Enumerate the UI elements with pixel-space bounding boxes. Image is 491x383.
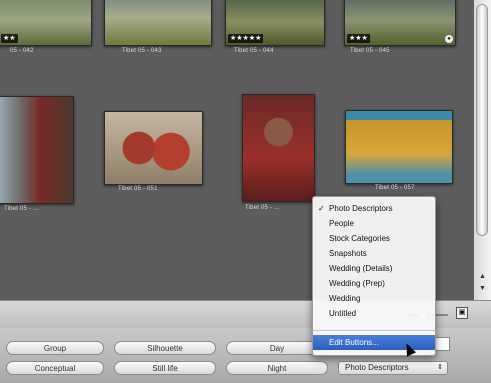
photo-thumbnail[interactable]: ★★ [0,0,92,46]
menu-item-stock-categories[interactable]: Stock Categories [313,231,435,246]
photo-caption: Tibet 05 - 044 [234,48,274,54]
adjustments-badge-icon: ● [445,35,453,43]
photo-caption: Tibet 05 - 051 [118,186,158,192]
vertical-scrollbar[interactable]: ▲ ▼ [474,0,491,300]
menu-item-edit-buttons[interactable]: Edit Buttons... [313,335,435,350]
keyword-button-conceptual[interactable]: Conceptual [6,361,104,375]
scroll-down-arrow-icon[interactable]: ▼ [477,284,488,294]
keyword-button-group[interactable]: Group [6,341,104,355]
keyword-button-still-life[interactable]: Still life [114,361,216,375]
photo-caption: 05 - 042 [10,48,34,54]
photo-caption: Tibet 05 - 045 [350,48,390,54]
photo-caption: Tibet 05 - 043 [122,48,162,54]
menu-separator [313,330,435,331]
photo-caption: Tibet 05 - ... [245,205,280,211]
rating-stars: ★★ [1,34,18,43]
menu-item-wedding-details[interactable]: Wedding (Details) [313,261,435,276]
menu-item-people[interactable]: People [313,216,435,231]
checkmark-icon: ✓ [318,204,325,213]
photo-thumbnail[interactable]: ★★★★★ [225,0,325,46]
popup-selected-label: Photo Descriptors [345,363,409,372]
menu-item-photo-descriptors[interactable]: ✓ Photo Descriptors [313,201,435,216]
keyword-button-night[interactable]: Night [226,361,328,375]
photo-thumbnail[interactable] [104,0,212,46]
photo-thumbnail[interactable] [0,96,74,204]
scroll-up-arrow-icon[interactable]: ▲ [477,272,488,282]
rating-stars: ★★★ [347,34,370,43]
photo-caption: Tibet 05 - ... [4,206,39,212]
photo-caption: Tibet 05 - 057 [375,185,415,191]
photo-thumbnail[interactable] [242,94,315,202]
photo-thumbnail[interactable] [345,110,453,184]
popup-arrows-icon: ⇕ [437,364,443,371]
menu-item-label: Photo Descriptors [329,204,393,213]
menu-item-wedding-prep[interactable]: Wedding (Prep) [313,276,435,291]
photo-thumbnail[interactable] [104,111,203,185]
keyword-button-silhouette[interactable]: Silhouette [114,341,216,355]
menu-item-wedding[interactable]: Wedding [313,291,435,306]
button-set-menu: ✓ Photo Descriptors People Stock Categor… [312,196,436,356]
button-set-popup[interactable]: Photo Descriptors ⇕ [338,361,448,375]
menu-item-snapshots[interactable]: Snapshots [313,246,435,261]
photo-thumbnail[interactable]: ★★★ ● [344,0,456,46]
scrollbar-thumb[interactable] [476,4,488,236]
thumbnail-size-icon[interactable]: ▣ [456,307,468,319]
menu-item-untitled[interactable]: Untitled [313,306,435,321]
rating-stars: ★★★★★ [228,34,264,43]
